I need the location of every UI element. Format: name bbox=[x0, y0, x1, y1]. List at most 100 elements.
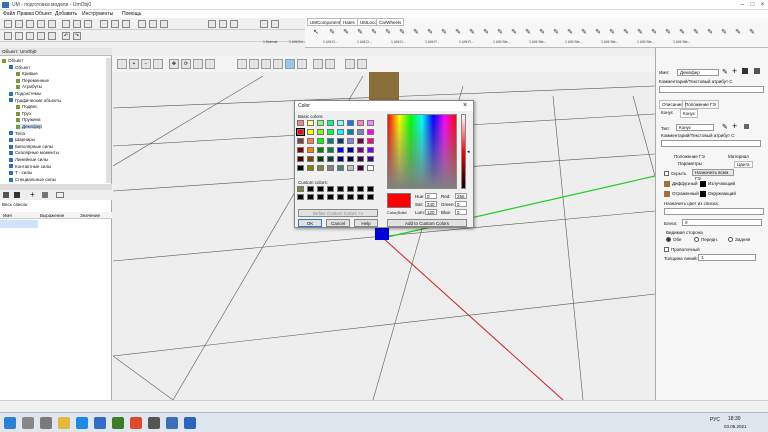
basic-color-swatch[interactable] bbox=[367, 120, 374, 126]
delete-icon[interactable] bbox=[754, 68, 760, 74]
basic-color-swatch[interactable] bbox=[367, 156, 374, 162]
undo-icon[interactable]: ↶ bbox=[62, 32, 70, 40]
column-expression[interactable]: Выражение bbox=[40, 213, 64, 218]
um-app2-icon[interactable] bbox=[184, 417, 196, 429]
paste-icon[interactable] bbox=[84, 20, 92, 28]
list-icon[interactable] bbox=[271, 20, 279, 28]
pen-icon[interactable]: ✎ bbox=[523, 28, 533, 38]
blue-field[interactable]: 0 bbox=[455, 209, 467, 215]
basic-color-swatch[interactable] bbox=[357, 156, 364, 162]
red-field[interactable]: 255 bbox=[455, 193, 467, 199]
cut-icon[interactable] bbox=[62, 20, 70, 28]
pen-icon[interactable]: ✎ bbox=[579, 28, 589, 38]
hue-field[interactable]: 0 bbox=[425, 193, 437, 199]
tree-item[interactable]: Подвес bbox=[16, 104, 37, 109]
tab-umcomponent[interactable]: UMComponent bbox=[307, 18, 344, 26]
tree-item[interactable]: Демпфер bbox=[16, 124, 42, 129]
pen-icon[interactable]: ✎ bbox=[649, 28, 659, 38]
text-icon[interactable] bbox=[111, 20, 119, 28]
comment2-field[interactable] bbox=[661, 140, 761, 147]
pen-icon[interactable]: ✎ bbox=[635, 28, 645, 38]
tab-cone[interactable]: Конус bbox=[680, 109, 699, 118]
menu-help[interactable]: Помощь bbox=[122, 11, 141, 17]
pen-icon[interactable]: ✎ bbox=[691, 28, 701, 38]
lum-field[interactable]: 120 bbox=[425, 209, 437, 215]
comment-field[interactable] bbox=[659, 86, 764, 93]
pen-icon[interactable]: ✎ bbox=[509, 28, 519, 38]
custom-color-swatch[interactable] bbox=[337, 194, 344, 200]
line-width-field[interactable]: 1 bbox=[698, 254, 756, 261]
basic-color-swatch[interactable] bbox=[327, 147, 334, 153]
basic-color-swatch[interactable] bbox=[327, 156, 334, 162]
basic-color-swatch[interactable] bbox=[357, 129, 364, 135]
custom-color-swatch[interactable] bbox=[347, 194, 354, 200]
image-icon[interactable] bbox=[100, 20, 108, 28]
basic-color-swatch[interactable] bbox=[297, 156, 304, 162]
tree-item[interactable]: Тела bbox=[9, 131, 25, 136]
close-icon[interactable]: × bbox=[758, 1, 767, 9]
view-icon[interactable] bbox=[15, 32, 23, 40]
basic-color-swatch[interactable] bbox=[347, 165, 354, 171]
basic-color-swatch[interactable] bbox=[337, 165, 344, 171]
tab-carwheels[interactable]: CarWheels bbox=[376, 18, 405, 26]
tree-item[interactable]: Подсистемы bbox=[9, 91, 41, 96]
tree-item[interactable]: T - силы bbox=[9, 170, 32, 175]
pen-icon[interactable]: ✎ bbox=[411, 28, 421, 38]
view-persp-icon[interactable] bbox=[285, 59, 295, 69]
basic-color-swatch[interactable] bbox=[357, 165, 364, 171]
windows-start-icon[interactable] bbox=[4, 417, 16, 429]
help-button[interactable]: Help bbox=[354, 219, 378, 227]
pen-icon[interactable]: ✎ bbox=[327, 28, 337, 38]
edit-icon[interactable]: ✎ bbox=[722, 68, 728, 76]
custom-color-swatch[interactable] bbox=[317, 186, 324, 192]
close-icon[interactable]: × bbox=[463, 102, 467, 109]
pen-icon[interactable]: ✎ bbox=[677, 28, 687, 38]
define-custom-colors-button[interactable]: Define Custom Colors >> bbox=[298, 209, 378, 217]
basic-color-swatch[interactable] bbox=[357, 138, 364, 144]
column-value[interactable]: Значение bbox=[80, 213, 100, 218]
pan-icon[interactable]: ✥ bbox=[169, 59, 179, 69]
pen-icon[interactable]: ✎ bbox=[593, 28, 603, 38]
camera-icon[interactable] bbox=[117, 59, 127, 69]
table-icon[interactable] bbox=[4, 32, 12, 40]
tree-scrollbar[interactable] bbox=[106, 58, 111, 183]
side-front-radio[interactable] bbox=[694, 237, 699, 242]
custom-color-swatch[interactable] bbox=[367, 194, 374, 200]
eye-icon[interactable] bbox=[345, 59, 355, 69]
basic-color-swatch[interactable] bbox=[367, 138, 374, 144]
task-view-icon[interactable] bbox=[40, 417, 52, 429]
pen-icon[interactable]: ✎ bbox=[495, 28, 505, 38]
pen-icon[interactable]: ✎ bbox=[369, 28, 379, 38]
basic-color-swatch[interactable] bbox=[307, 156, 314, 162]
ambient-swatch[interactable] bbox=[700, 191, 706, 197]
pen-icon[interactable]: ✎ bbox=[481, 28, 491, 38]
edit-icon[interactable]: ✎ bbox=[722, 123, 728, 131]
basic-color-swatch[interactable] bbox=[317, 147, 324, 153]
name-field[interactable]: Демпфер bbox=[677, 69, 719, 76]
delete-icon[interactable] bbox=[744, 124, 749, 129]
add-icon[interactable]: + bbox=[732, 66, 737, 76]
basic-color-swatch[interactable] bbox=[297, 165, 304, 171]
basic-color-swatch[interactable] bbox=[317, 129, 324, 135]
basic-color-swatch[interactable] bbox=[347, 138, 354, 144]
add-icon[interactable]: + bbox=[30, 190, 35, 199]
custom-color-swatch[interactable] bbox=[307, 194, 314, 200]
view-top-icon[interactable] bbox=[261, 59, 271, 69]
view-side-icon[interactable] bbox=[249, 59, 259, 69]
tree-item[interactable]: Специальные силы bbox=[9, 177, 56, 182]
zoom-fit-icon[interactable] bbox=[153, 59, 163, 69]
app-icon[interactable] bbox=[148, 417, 160, 429]
diffuse-swatch[interactable] bbox=[664, 181, 670, 187]
list-selected-row[interactable] bbox=[0, 220, 38, 228]
pen-icon[interactable]: ✎ bbox=[425, 28, 435, 38]
graph-icon[interactable] bbox=[219, 20, 227, 28]
custom-color-swatch[interactable] bbox=[327, 186, 334, 192]
wire-icon[interactable] bbox=[325, 59, 335, 69]
pen-icon[interactable]: ✎ bbox=[705, 28, 715, 38]
basic-color-swatch[interactable] bbox=[296, 128, 305, 136]
basic-color-swatch[interactable] bbox=[337, 120, 344, 126]
excel-icon[interactable] bbox=[112, 417, 124, 429]
tree-item[interactable]: Скалярные моменты bbox=[9, 150, 59, 155]
table-icon[interactable] bbox=[56, 192, 64, 198]
pen-icon[interactable]: ✎ bbox=[537, 28, 547, 38]
